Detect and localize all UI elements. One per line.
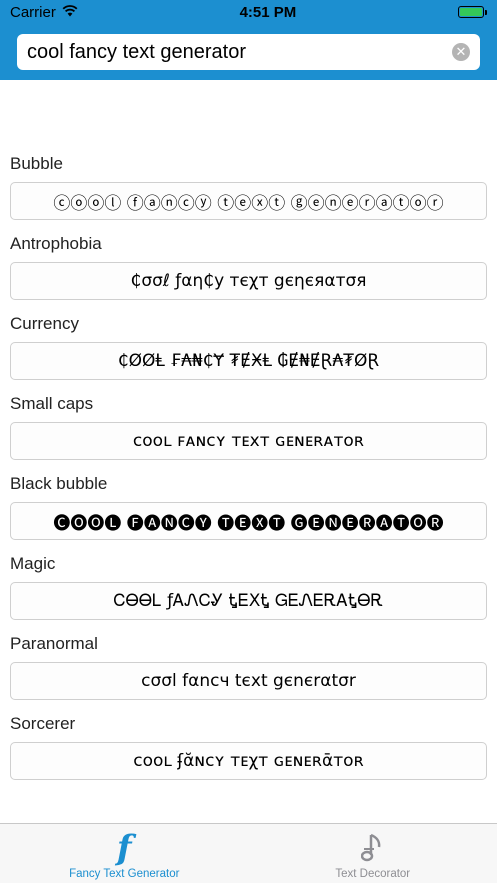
clear-button[interactable]: ✕: [452, 43, 470, 61]
style-output[interactable]: ₵σσℓ ƒαη₵у тєχт gєηєяαтσя: [10, 262, 487, 300]
style-name: Paranormal: [10, 634, 98, 653]
carrier-label: Carrier: [10, 3, 56, 21]
style-group-small-caps: Small caps ᴄᴏᴏʟ ꜰᴀɴᴄʏ ᴛᴇxᴛ ɢᴇɴᴇʀᴀᴛᴏʀ: [10, 394, 487, 460]
style-output[interactable]: ⓒⓞⓞⓛ ⓕⓐⓝⓒⓨ ⓣⓔⓧⓣ ⓖⓔⓝⓔⓡⓐⓣⓞⓡ: [10, 182, 487, 220]
tab-text-decorator[interactable]: Text Decorator: [249, 824, 497, 883]
tab-label: Text Decorator: [335, 868, 411, 880]
style-name: Sorcerer: [10, 714, 76, 733]
search-header: ✕: [0, 24, 497, 80]
style-group-currency: Currency ₵ØØⱠ ₣₳₦₵Ɏ ₮ɆӾⱠ ₲Ɇ₦ɆⱤ₳₮ØⱤ: [10, 314, 487, 380]
status-bar: Carrier 4:51 PM: [0, 0, 497, 24]
wifi-icon: [62, 4, 78, 21]
style-name: Currency: [10, 314, 79, 333]
style-group-paranormal: Paranormal cσσl fαncч tєxt gєnєrαtσr: [10, 634, 487, 700]
style-group-bubble: Bubble ⓒⓞⓞⓛ ⓕⓐⓝⓒⓨ ⓣⓔⓧⓣ ⓖⓔⓝⓔⓡⓐⓣⓞⓡ: [10, 154, 487, 220]
music-note-icon: [360, 830, 385, 866]
style-name: Bubble: [10, 154, 63, 173]
status-left: Carrier: [10, 4, 78, 21]
styles-list: Bubble ⓒⓞⓞⓛ ⓕⓐⓝⓒⓨ ⓣⓔⓧⓣ ⓖⓔⓝⓔⓡⓐⓣⓞⓡ Antroph…: [0, 80, 497, 780]
style-name: Black bubble: [10, 474, 108, 493]
style-output[interactable]: ᴄᴏᴏʟ ʄᾰɴᴄʏ ᴛᴇχᴛ ɢᴇɴᴇʀᾱᴛᴏʀ: [10, 742, 487, 780]
style-group-antrophobia: Antrophobia ₵σσℓ ƒαη₵у тєχт gєηєяαтσя: [10, 234, 487, 300]
style-group-magic: Magic ᏟᎾᎾᏞ ƒᎪᏁᏟᎽ ᎿᎬХᎿ ᏀᎬᏁᎬᎡᎪᎿᎾᎡ: [10, 554, 487, 620]
style-output[interactable]: cσσl fαncч tєxt gєnєrαtσr: [10, 662, 487, 700]
style-name: Small caps: [10, 394, 94, 413]
style-group-black-bubble: Black bubble 🅒🅞🅞🅛 🅕🅐🅝🅒🅨 🅣🅔🅧🅣 🅖🅔🅝🅔🅡🅐🅣🅞🅡: [10, 474, 487, 540]
search-bar: ✕: [17, 34, 480, 70]
status-time: 4:51 PM: [239, 3, 297, 21]
style-name: Magic: [10, 554, 56, 573]
style-name: Antrophobia: [10, 234, 102, 253]
tab-fancy-text-generator[interactable]: f Fancy Text Generator: [0, 824, 249, 883]
tab-bar: f Fancy Text Generator Text Decorator: [0, 823, 497, 883]
style-output[interactable]: ᴄᴏᴏʟ ꜰᴀɴᴄʏ ᴛᴇxᴛ ɢᴇɴᴇʀᴀᴛᴏʀ: [10, 422, 487, 460]
style-output[interactable]: 🅒🅞🅞🅛 🅕🅐🅝🅒🅨 🅣🅔🅧🅣 🅖🅔🅝🅔🅡🅐🅣🅞🅡: [10, 502, 487, 540]
fx-icon: f: [116, 828, 132, 868]
style-output[interactable]: ₵ØØⱠ ₣₳₦₵Ɏ ₮ɆӾⱠ ₲Ɇ₦ɆⱤ₳₮ØⱤ: [10, 342, 487, 380]
battery-icon: [457, 6, 487, 18]
search-input[interactable]: [27, 40, 452, 64]
style-group-sorcerer: Sorcerer ᴄᴏᴏʟ ʄᾰɴᴄʏ ᴛᴇχᴛ ɢᴇɴᴇʀᾱᴛᴏʀ: [10, 714, 487, 780]
tab-label: Fancy Text Generator: [69, 868, 180, 880]
style-output[interactable]: ᏟᎾᎾᏞ ƒᎪᏁᏟᎽ ᎿᎬХᎿ ᏀᎬᏁᎬᎡᎪᎿᎾᎡ: [10, 582, 487, 620]
